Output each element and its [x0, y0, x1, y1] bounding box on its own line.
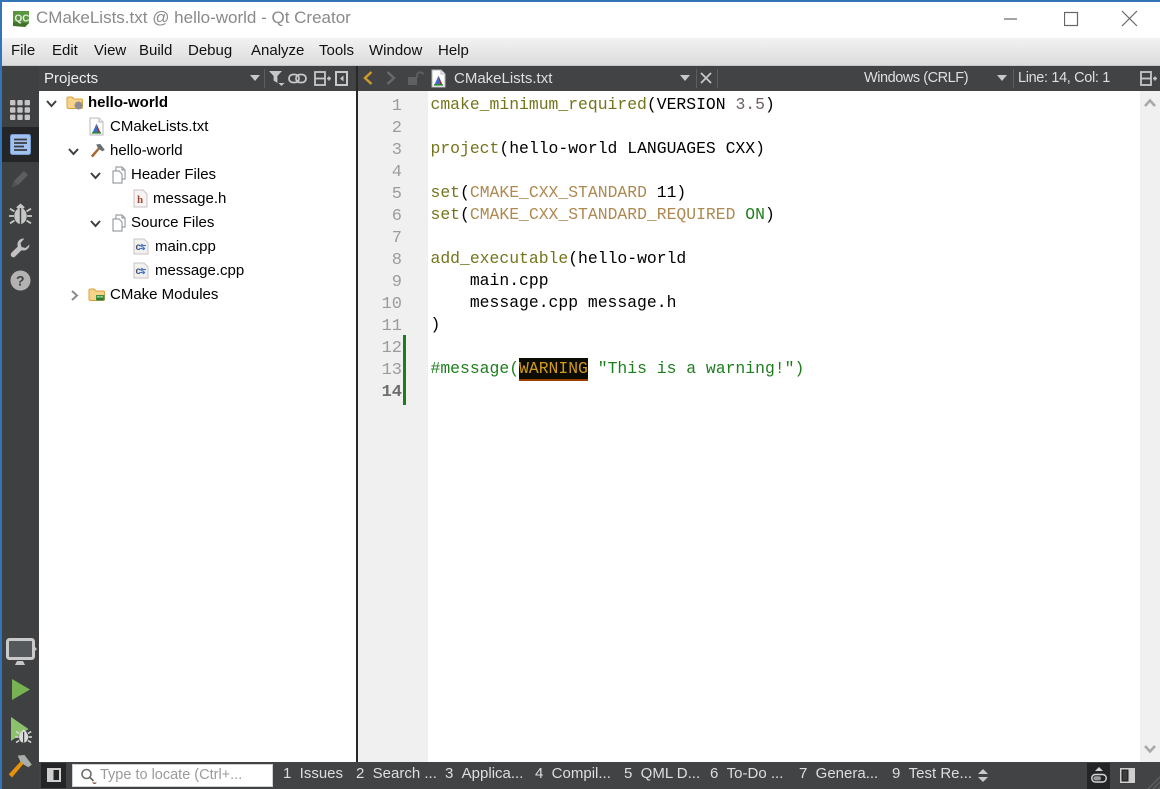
svg-text:c: c [136, 242, 142, 253]
svg-text:h: h [137, 194, 143, 206]
svg-text:?: ? [16, 273, 25, 289]
svg-text:QC: QC [15, 14, 30, 25]
svg-text:c: c [136, 266, 142, 277]
